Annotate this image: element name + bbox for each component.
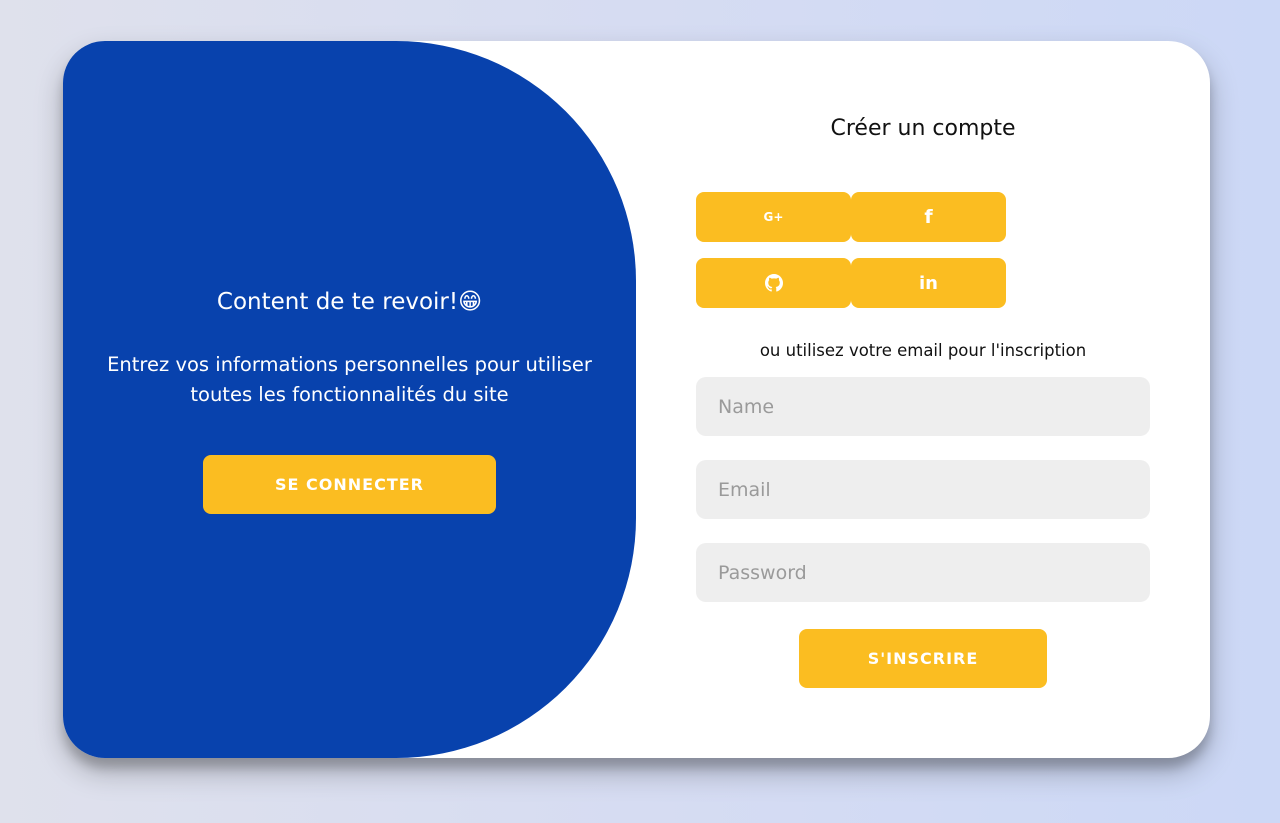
overlay-text: Entrez vos informations personnelles pou…: [107, 353, 592, 406]
form-hint: ou utilisez votre email pour l'inscripti…: [759, 341, 1087, 360]
signup-button[interactable]: S'INSCRIRE: [799, 629, 1047, 688]
name-input[interactable]: [696, 377, 1150, 436]
linkedin-button[interactable]: in: [851, 258, 1006, 308]
github-button[interactable]: [696, 258, 851, 308]
auth-card: Content de te revoir!😁 Entrez vos inform…: [63, 41, 1210, 758]
signin-button[interactable]: SE CONNECTER: [203, 455, 496, 514]
facebook-icon: f: [924, 206, 933, 228]
google-plus-button[interactable]: G+: [696, 192, 851, 242]
password-input[interactable]: [696, 543, 1150, 602]
overlay-panel: Content de te revoir!😁 Entrez vos inform…: [63, 41, 636, 758]
overlay-title: Content de te revoir!😁: [216, 289, 483, 315]
github-icon: [764, 274, 783, 292]
email-input[interactable]: [696, 460, 1150, 519]
linkedin-icon: in: [919, 272, 938, 294]
facebook-button[interactable]: f: [851, 192, 1006, 242]
form-title: Créer un compte: [830, 116, 1016, 141]
google-plus-icon: G+: [763, 210, 784, 224]
